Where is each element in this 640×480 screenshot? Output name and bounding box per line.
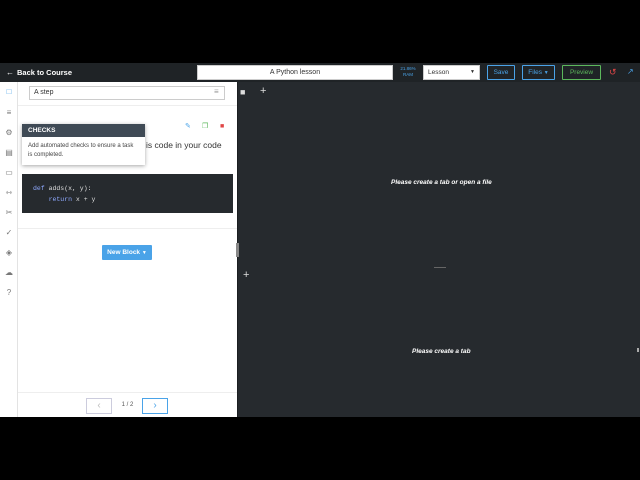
help-icon[interactable]: ?	[3, 287, 15, 299]
lesson-title-input[interactable]: A Python lesson	[197, 65, 393, 80]
resize-handle[interactable]	[236, 243, 239, 257]
folder-icon[interactable]: ■	[240, 87, 245, 97]
back-to-course-link[interactable]: ← Back to Course	[6, 66, 72, 79]
arrow-left-icon: ←	[6, 68, 14, 77]
chart-icon[interactable]: ▤	[3, 147, 15, 159]
empty-pane-message: Please create a tab	[412, 348, 471, 355]
checks-icon[interactable]: ⚙	[3, 127, 15, 139]
cube-icon[interactable]: ◈	[3, 247, 15, 259]
code-keyword: def	[33, 185, 45, 192]
caret-down-icon: ▼	[141, 250, 147, 256]
save-button[interactable]: Save	[487, 65, 515, 80]
preview-button[interactable]: Preview	[562, 65, 601, 80]
top-bar: ← Back to Course A Python lesson 21.86% …	[0, 63, 640, 82]
app-window: ← Back to Course A Python lesson 21.86% …	[0, 63, 640, 417]
code-text: x + y	[72, 196, 96, 203]
cloud-upload-icon[interactable]: ☁	[3, 267, 15, 279]
sliders-icon[interactable]: ⇿	[3, 187, 15, 199]
chevron-left-icon: ‹	[97, 400, 101, 411]
divider	[18, 228, 237, 229]
list-icon[interactable]: ≡	[3, 107, 15, 119]
tooltip-title: CHECKS	[22, 124, 145, 137]
ram-indicator: 21.86% RAM	[396, 66, 420, 78]
editor-area	[237, 82, 640, 417]
caret-down-icon: ▼	[543, 70, 549, 76]
code-text: adds(x, y):	[44, 185, 92, 192]
chevron-right-icon: ›	[153, 400, 157, 411]
code-block: def adds(x, y): return x + y	[22, 174, 233, 213]
tool-rail: □ ≡ ⚙ ▤ ▭ ⇿ ✂ ✓ ◈ ☁ ?	[0, 82, 18, 417]
pane-edge-marker	[637, 348, 639, 352]
monitor-icon[interactable]: ▭	[3, 167, 15, 179]
trash-icon[interactable]: ■	[220, 122, 224, 131]
add-tab-icon[interactable]: +	[260, 86, 266, 97]
copy-icon[interactable]: ❐	[202, 122, 208, 131]
chevron-down-icon: ▼	[470, 69, 475, 75]
new-block-button[interactable]: New Block ▼	[102, 245, 152, 260]
ram-label: RAM	[403, 72, 413, 77]
next-step-button[interactable]: ›	[142, 398, 168, 414]
prev-step-button[interactable]: ‹	[86, 398, 112, 414]
checks-tooltip: CHECKS Add automated checks to ensure a …	[22, 124, 145, 165]
undo-icon[interactable]: ↺	[609, 66, 617, 78]
files-label: Files	[528, 69, 542, 76]
step-name-input[interactable]: A step	[29, 86, 225, 100]
add-pane-tab-icon[interactable]: +	[243, 270, 249, 281]
check-circle-icon[interactable]: ✓	[3, 227, 15, 239]
page-indicator: 1 / 2	[121, 402, 134, 408]
tooltip-body: Add automated checks to ensure a task is…	[28, 143, 134, 158]
mode-select[interactable]: Lesson ▼	[423, 65, 480, 80]
mode-select-value: Lesson	[428, 69, 449, 76]
back-label: Back to Course	[17, 68, 73, 77]
book-icon[interactable]: □	[3, 86, 15, 98]
empty-editor-message: Please create a tab or open a file	[391, 179, 492, 186]
external-link-icon[interactable]: ↗	[627, 66, 634, 78]
step-pager: ‹ 1 / 2 ›	[18, 392, 237, 417]
divider	[18, 105, 237, 106]
menu-icon[interactable]: ≡	[214, 86, 219, 98]
new-block-label: New Block	[107, 249, 141, 256]
split-divider[interactable]	[434, 267, 446, 268]
code-keyword: return	[33, 196, 73, 203]
scissors-icon[interactable]: ✂	[3, 207, 15, 219]
pencil-icon[interactable]: ✎	[185, 122, 191, 131]
files-button[interactable]: Files ▼	[522, 65, 555, 80]
lesson-text: is code in your code	[146, 140, 222, 150]
